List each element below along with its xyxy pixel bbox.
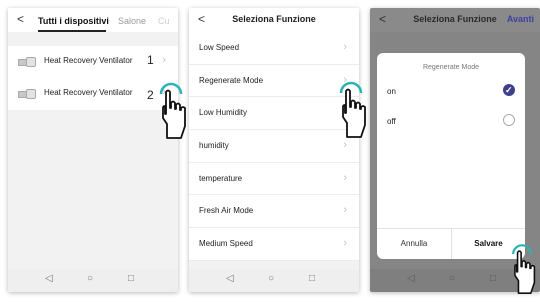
nav-recent-icon[interactable]: □ [490, 273, 496, 284]
function-label: Low Speed [199, 43, 240, 52]
device-number-1: 1 [147, 53, 154, 67]
nav-back-icon[interactable]: ◁ [407, 273, 415, 284]
function-label: Regenerate Mode [199, 75, 264, 85]
top-bar: < Tutti i dispositivi Salone Cu [8, 8, 178, 32]
function-label: Low Humidity [199, 108, 248, 118]
function-label: temperature [199, 173, 243, 183]
back-button[interactable]: < [17, 12, 24, 26]
screen-select-function: < Seleziona Funzione Low Speed › Regener… [189, 8, 359, 292]
top-bar: < Seleziona Funzione Avanti [370, 8, 540, 32]
chevron-right-icon: › [343, 237, 347, 250]
option-on[interactable]: on ✓ [377, 77, 525, 105]
tab-cucina[interactable]: Cu [158, 16, 170, 26]
option-label: on [387, 87, 396, 96]
option-off[interactable]: off [377, 107, 525, 135]
tab-all-devices[interactable]: Tutti i dispositivi [38, 16, 109, 26]
nav-recent-icon[interactable]: □ [309, 273, 315, 284]
nav-home-icon[interactable]: ○ [449, 273, 455, 284]
screen-device-list: < Tutti i dispositivi Salone Cu Heat Rec… [8, 8, 178, 292]
top-bar: < Seleziona Funzione [189, 8, 359, 32]
page-title: Seleziona Funzione [232, 14, 316, 24]
function-item-fresh-air-mode[interactable]: Fresh Air Mode › [189, 195, 359, 229]
function-label: Medium Speed [199, 239, 253, 249]
dialog-title: Regenerate Mode [422, 64, 480, 71]
nav-back-icon[interactable]: ◁ [226, 273, 234, 284]
option-label: off [387, 117, 396, 126]
system-nav-bar: ◁ ○ □ [189, 269, 359, 292]
system-nav-bar: ◁ ○ □ [8, 269, 178, 292]
radio-checked[interactable]: ✓ [503, 84, 515, 96]
tap-hand-icon [159, 82, 186, 139]
device-label: Heat Recovery Ventilator [44, 88, 133, 97]
tap-hand-icon [512, 244, 536, 294]
check-icon: ✓ [505, 85, 513, 95]
hrv-device-icon [18, 89, 36, 99]
tab-salone[interactable]: Salone [118, 16, 146, 26]
function-item-temperature[interactable]: temperature › [189, 162, 359, 196]
cancel-button[interactable]: Annulla [377, 228, 451, 259]
function-item-low-speed[interactable]: Low Speed › [189, 32, 359, 65]
function-label: Fresh Air Mode [199, 206, 254, 216]
chevron-right-icon: › [343, 171, 347, 184]
next-button[interactable]: Avanti [507, 14, 534, 24]
chevron-right-icon: › [343, 204, 347, 217]
nav-home-icon[interactable]: ○ [268, 273, 274, 284]
chevron-right-icon: › [162, 54, 166, 66]
device-label: Heat Recovery Ventilator [44, 56, 133, 65]
radio-unchecked[interactable] [503, 114, 515, 126]
function-label: humidity [199, 141, 229, 151]
nav-recent-icon[interactable]: □ [128, 273, 134, 284]
nav-back-icon[interactable]: ◁ [45, 273, 53, 284]
active-tab-indicator [38, 30, 106, 32]
function-item-medium-speed[interactable]: Medium Speed › [189, 228, 359, 261]
dialog: Regenerate Mode on ✓ off Annulla Salvare [377, 53, 525, 259]
chevron-right-icon: › [343, 41, 347, 53]
nav-home-icon[interactable]: ○ [87, 273, 93, 284]
hrv-device-icon [18, 57, 36, 67]
tap-hand-icon [339, 81, 366, 138]
